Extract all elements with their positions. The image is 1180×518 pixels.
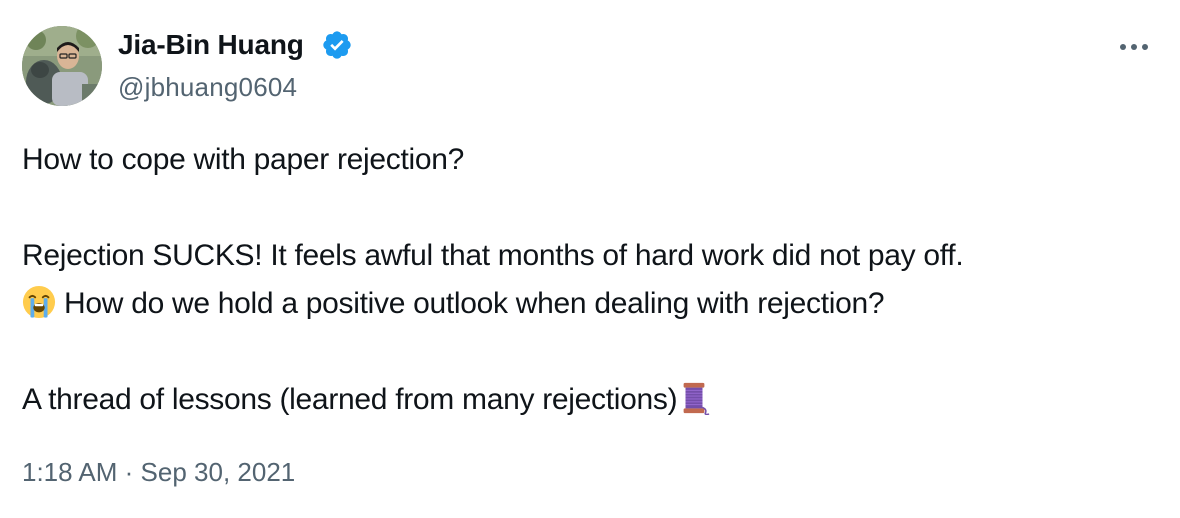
tweet-line: How do we hold a positive outlook when d… xyxy=(22,280,1162,328)
tweet-line: How to cope with paper rejection? xyxy=(22,143,465,176)
tweet-line: A thread of lessons (learned from many r… xyxy=(22,376,1162,424)
avatar-image xyxy=(22,26,102,106)
tweet-card: Jia-Bin Huang @jbhuang0604 How to cope w… xyxy=(0,0,1180,518)
thread-spool-icon xyxy=(677,381,711,415)
more-dot-icon xyxy=(1131,44,1137,50)
tweet-date-link[interactable]: Sep 30, 2021 xyxy=(141,457,296,487)
user-handle[interactable]: @jbhuang0604 xyxy=(118,71,297,103)
tweet-time-link[interactable]: 1:18 AM xyxy=(22,457,117,487)
timestamp-separator: · xyxy=(124,457,134,487)
loudly-crying-face-icon xyxy=(22,285,56,319)
more-dot-icon xyxy=(1142,44,1148,50)
tweet-line: Rejection SUCKS! It feels awful that mon… xyxy=(22,239,964,272)
tweet-line-text: How do we hold a positive outlook when d… xyxy=(64,287,885,320)
tweet-text: How to cope with paper rejection? Reject… xyxy=(22,136,1162,424)
verified-badge-icon[interactable] xyxy=(321,29,353,61)
tweet-timestamp: 1:18 AM · Sep 30, 2021 xyxy=(22,455,295,489)
avatar[interactable] xyxy=(22,26,102,106)
display-name[interactable]: Jia-Bin Huang xyxy=(118,28,304,62)
tweet-line-text: A thread of lessons (learned from many r… xyxy=(22,383,678,416)
more-options-button[interactable] xyxy=(1114,32,1154,62)
more-dot-icon xyxy=(1120,44,1126,50)
